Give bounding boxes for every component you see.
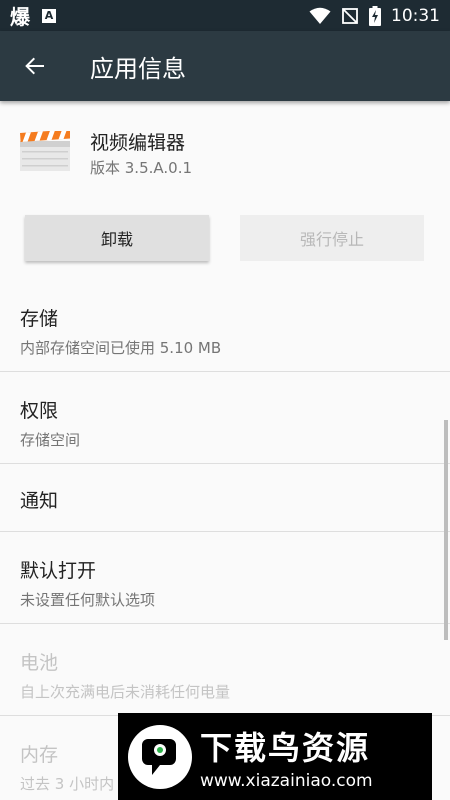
app-name: 视频编辑器 bbox=[90, 132, 186, 154]
uninstall-button[interactable]: 卸载 bbox=[25, 215, 209, 261]
storage-subtitle: 内部存储空间已使用 5.10 MB bbox=[20, 339, 222, 357]
arrow-back-icon bbox=[25, 57, 44, 75]
page-title: 应用信息 bbox=[90, 54, 186, 83]
watermark-title: 下载鸟资源 bbox=[200, 728, 371, 767]
permissions-item[interactable]: 权限 存储空间 bbox=[0, 372, 450, 464]
battery-item: 电池 自上次充满电后未消耗任何电量 bbox=[0, 624, 450, 716]
notifications-item[interactable]: 通知 bbox=[0, 464, 450, 532]
battery-title: 电池 bbox=[20, 652, 59, 674]
force-stop-button[interactable]: 强行停止 bbox=[240, 215, 424, 261]
app-bar: 应用信息 bbox=[0, 31, 450, 101]
status-app-glyph: 爆 bbox=[10, 5, 30, 29]
back-button[interactable] bbox=[0, 31, 70, 101]
open-by-default-item[interactable]: 默认打开 未设置任何默认选项 bbox=[0, 532, 450, 624]
battery-charging-icon bbox=[369, 5, 381, 26]
watermark-banner: 下载鸟资源 www.xiazainiao.com bbox=[118, 713, 432, 800]
open-by-default-title: 默认打开 bbox=[20, 560, 97, 582]
scrollbar-thumb[interactable] bbox=[444, 420, 448, 640]
storage-item[interactable]: 存储 内部存储空间已使用 5.10 MB bbox=[0, 280, 450, 372]
battery-subtitle: 自上次充满电后未消耗任何电量 bbox=[20, 683, 231, 701]
watermark-url: www.xiazainiao.com bbox=[200, 770, 373, 791]
no-sim-icon bbox=[342, 7, 358, 24]
status-bar: 爆 A 10:31 bbox=[0, 0, 450, 31]
app-header: 视频编辑器 版本 3.5.A.0.1 bbox=[0, 101, 450, 201]
notifications-title: 通知 bbox=[20, 490, 59, 512]
open-by-default-subtitle: 未设置任何默认选项 bbox=[20, 591, 156, 609]
permissions-title: 权限 bbox=[20, 400, 59, 422]
permissions-subtitle: 存储空间 bbox=[20, 431, 81, 449]
video-editor-clapperboard-icon bbox=[20, 131, 70, 171]
status-a-icon: A bbox=[42, 8, 56, 23]
wifi-icon bbox=[309, 7, 331, 24]
storage-title: 存储 bbox=[20, 308, 59, 330]
status-time: 10:31 bbox=[391, 5, 440, 26]
bird-logo-icon bbox=[128, 724, 192, 789]
app-version: 版本 3.5.A.0.1 bbox=[90, 159, 193, 177]
